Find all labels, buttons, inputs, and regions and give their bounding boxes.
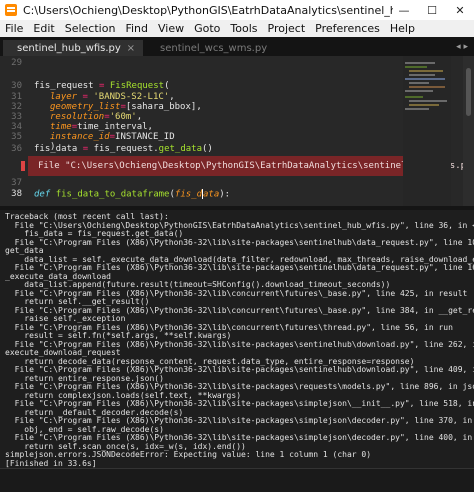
code-line: layer = 'BANDS-S2-L1C', bbox=[50, 92, 175, 102]
line-number: 30 bbox=[11, 81, 22, 91]
minimap-line bbox=[405, 108, 429, 110]
line-number: 33 bbox=[11, 112, 22, 122]
minimap-line bbox=[405, 90, 433, 92]
code-token: fis_data bbox=[34, 144, 78, 154]
line-number: 38 bbox=[11, 189, 22, 199]
minimap-line bbox=[409, 104, 439, 106]
menu-view[interactable]: View bbox=[153, 22, 189, 35]
code-line: resolution='60m', bbox=[50, 112, 142, 122]
code-token: [sahara_bbox], bbox=[125, 102, 202, 112]
tab-sentinel-hub-wfis[interactable]: sentinel_hub_wfis.py × bbox=[3, 40, 143, 56]
code-line: def fis_data_to_dataframe(fis_data): bbox=[34, 189, 230, 200]
code-token: fis_data_to_dataframe bbox=[55, 189, 170, 200]
code-line: fis_data = fis_request.get_data() bbox=[34, 144, 213, 154]
title-bar: C:\Users\Ochieng\Desktop\PythonGIS\Eatrh… bbox=[0, 0, 474, 20]
menu-goto[interactable]: Goto bbox=[189, 22, 225, 35]
code-token: fis_d bbox=[174, 189, 202, 200]
code-token: time_interval, bbox=[77, 122, 153, 132]
minimap-line bbox=[405, 96, 423, 98]
code-token: , bbox=[169, 92, 175, 102]
status-bar bbox=[0, 468, 474, 492]
code-token: geometry_list bbox=[50, 102, 121, 112]
window-controls: — ☐ ✕ bbox=[390, 0, 474, 20]
tab-label: sentinel_hub_wfis.py bbox=[17, 42, 121, 54]
code-token: ata bbox=[203, 189, 220, 200]
menu-bar: File Edit Selection Find View Goto Tools… bbox=[0, 20, 474, 37]
scrollbar-thumb[interactable] bbox=[466, 68, 471, 116]
code-token: INSTANCE_ID bbox=[115, 132, 175, 142]
minimap-line bbox=[405, 62, 435, 64]
code-token: layer bbox=[50, 92, 78, 102]
line-gutter: 29 30 31 32 33 34 35 36 37 38 bbox=[0, 56, 22, 206]
tab-scroll-arrows-icon[interactable]: ◂ ▸ bbox=[456, 42, 468, 52]
code-token: ( bbox=[164, 81, 170, 91]
line-number: 31 bbox=[11, 92, 22, 102]
menu-file[interactable]: File bbox=[0, 22, 28, 35]
sublime-logo-icon bbox=[5, 4, 17, 16]
tab-label: sentinel_wcs_wms.py bbox=[160, 42, 268, 54]
code-token: def bbox=[34, 189, 51, 200]
code-token: time bbox=[50, 122, 72, 132]
code-line: time=time_interval, bbox=[50, 122, 153, 132]
minimap-line bbox=[409, 74, 435, 76]
tab-sentinel-wcs-wms[interactable]: sentinel_wcs_wms.py bbox=[146, 40, 268, 56]
code-token: get_data bbox=[158, 144, 203, 154]
code-token: '60m' bbox=[109, 112, 137, 122]
menu-edit[interactable]: Edit bbox=[28, 22, 59, 35]
window-title: C:\Users\Ochieng\Desktop\PythonGIS\Eatrh… bbox=[23, 3, 393, 17]
line-number: 36 bbox=[11, 144, 22, 154]
error-marker bbox=[21, 161, 25, 171]
code-token: instance_id bbox=[50, 132, 110, 142]
code-token: , bbox=[136, 112, 143, 122]
output-line: File "C:\Program Files (X86)\Python36-32… bbox=[5, 237, 474, 247]
code-editor[interactable]: 29 30 31 32 33 34 35 36 37 38 fis_reques… bbox=[0, 56, 474, 206]
line-number: 34 bbox=[11, 122, 22, 132]
editor-scrollbar[interactable] bbox=[463, 56, 474, 206]
menu-find[interactable]: Find bbox=[120, 22, 153, 35]
code-token: 'BANDS-S2-L1C' bbox=[93, 92, 170, 102]
line-number: 29 bbox=[11, 58, 22, 68]
code-token: resolution bbox=[50, 112, 105, 122]
output-line: [Finished in 33.6s] bbox=[5, 458, 97, 468]
minimap-line bbox=[409, 82, 429, 84]
code-token: () bbox=[202, 144, 213, 154]
line-number: 32 bbox=[11, 102, 22, 112]
build-output-panel[interactable]: Traceback (most recent call last): File … bbox=[0, 210, 474, 468]
code-line: instance_id=INSTANCE_ID bbox=[50, 132, 175, 142]
minimap-line bbox=[405, 78, 445, 80]
line-number: 37 bbox=[11, 178, 22, 188]
minimap-line bbox=[405, 66, 427, 68]
close-button[interactable]: ✕ bbox=[446, 0, 474, 20]
minimap[interactable] bbox=[403, 56, 451, 206]
code-token: fis_request. bbox=[93, 144, 159, 154]
code-token: fis_request bbox=[34, 81, 94, 91]
menu-selection[interactable]: Selection bbox=[60, 22, 121, 35]
code-token: = bbox=[93, 81, 110, 91]
code-token: FisRequest bbox=[109, 81, 165, 91]
code-token: = bbox=[77, 92, 94, 102]
menu-preferences[interactable]: Preferences bbox=[310, 22, 385, 35]
line-number: 35 bbox=[11, 132, 22, 142]
tab-close-icon[interactable]: × bbox=[127, 43, 135, 54]
minimap-line bbox=[409, 100, 447, 102]
code-token: ): bbox=[219, 189, 231, 200]
minimap-line bbox=[409, 70, 443, 72]
code-line: geometry_list=[sahara_bbox], bbox=[50, 102, 202, 112]
code-line: fis_request = FisRequest( bbox=[34, 81, 169, 91]
tab-bar: sentinel_hub_wfis.py × sentinel_wcs_wms.… bbox=[0, 37, 474, 56]
minimize-button[interactable]: — bbox=[390, 0, 418, 20]
menu-project[interactable]: Project bbox=[263, 22, 311, 35]
menu-help[interactable]: Help bbox=[385, 22, 420, 35]
code-token: = bbox=[77, 144, 94, 154]
maximize-button[interactable]: ☐ bbox=[418, 0, 446, 20]
minimap-line bbox=[409, 86, 445, 88]
menu-tools[interactable]: Tools bbox=[225, 22, 262, 35]
inline-error-annotation[interactable]: File "C:\Users\Ochieng\Desktop\PythonGIS… bbox=[21, 156, 474, 176]
